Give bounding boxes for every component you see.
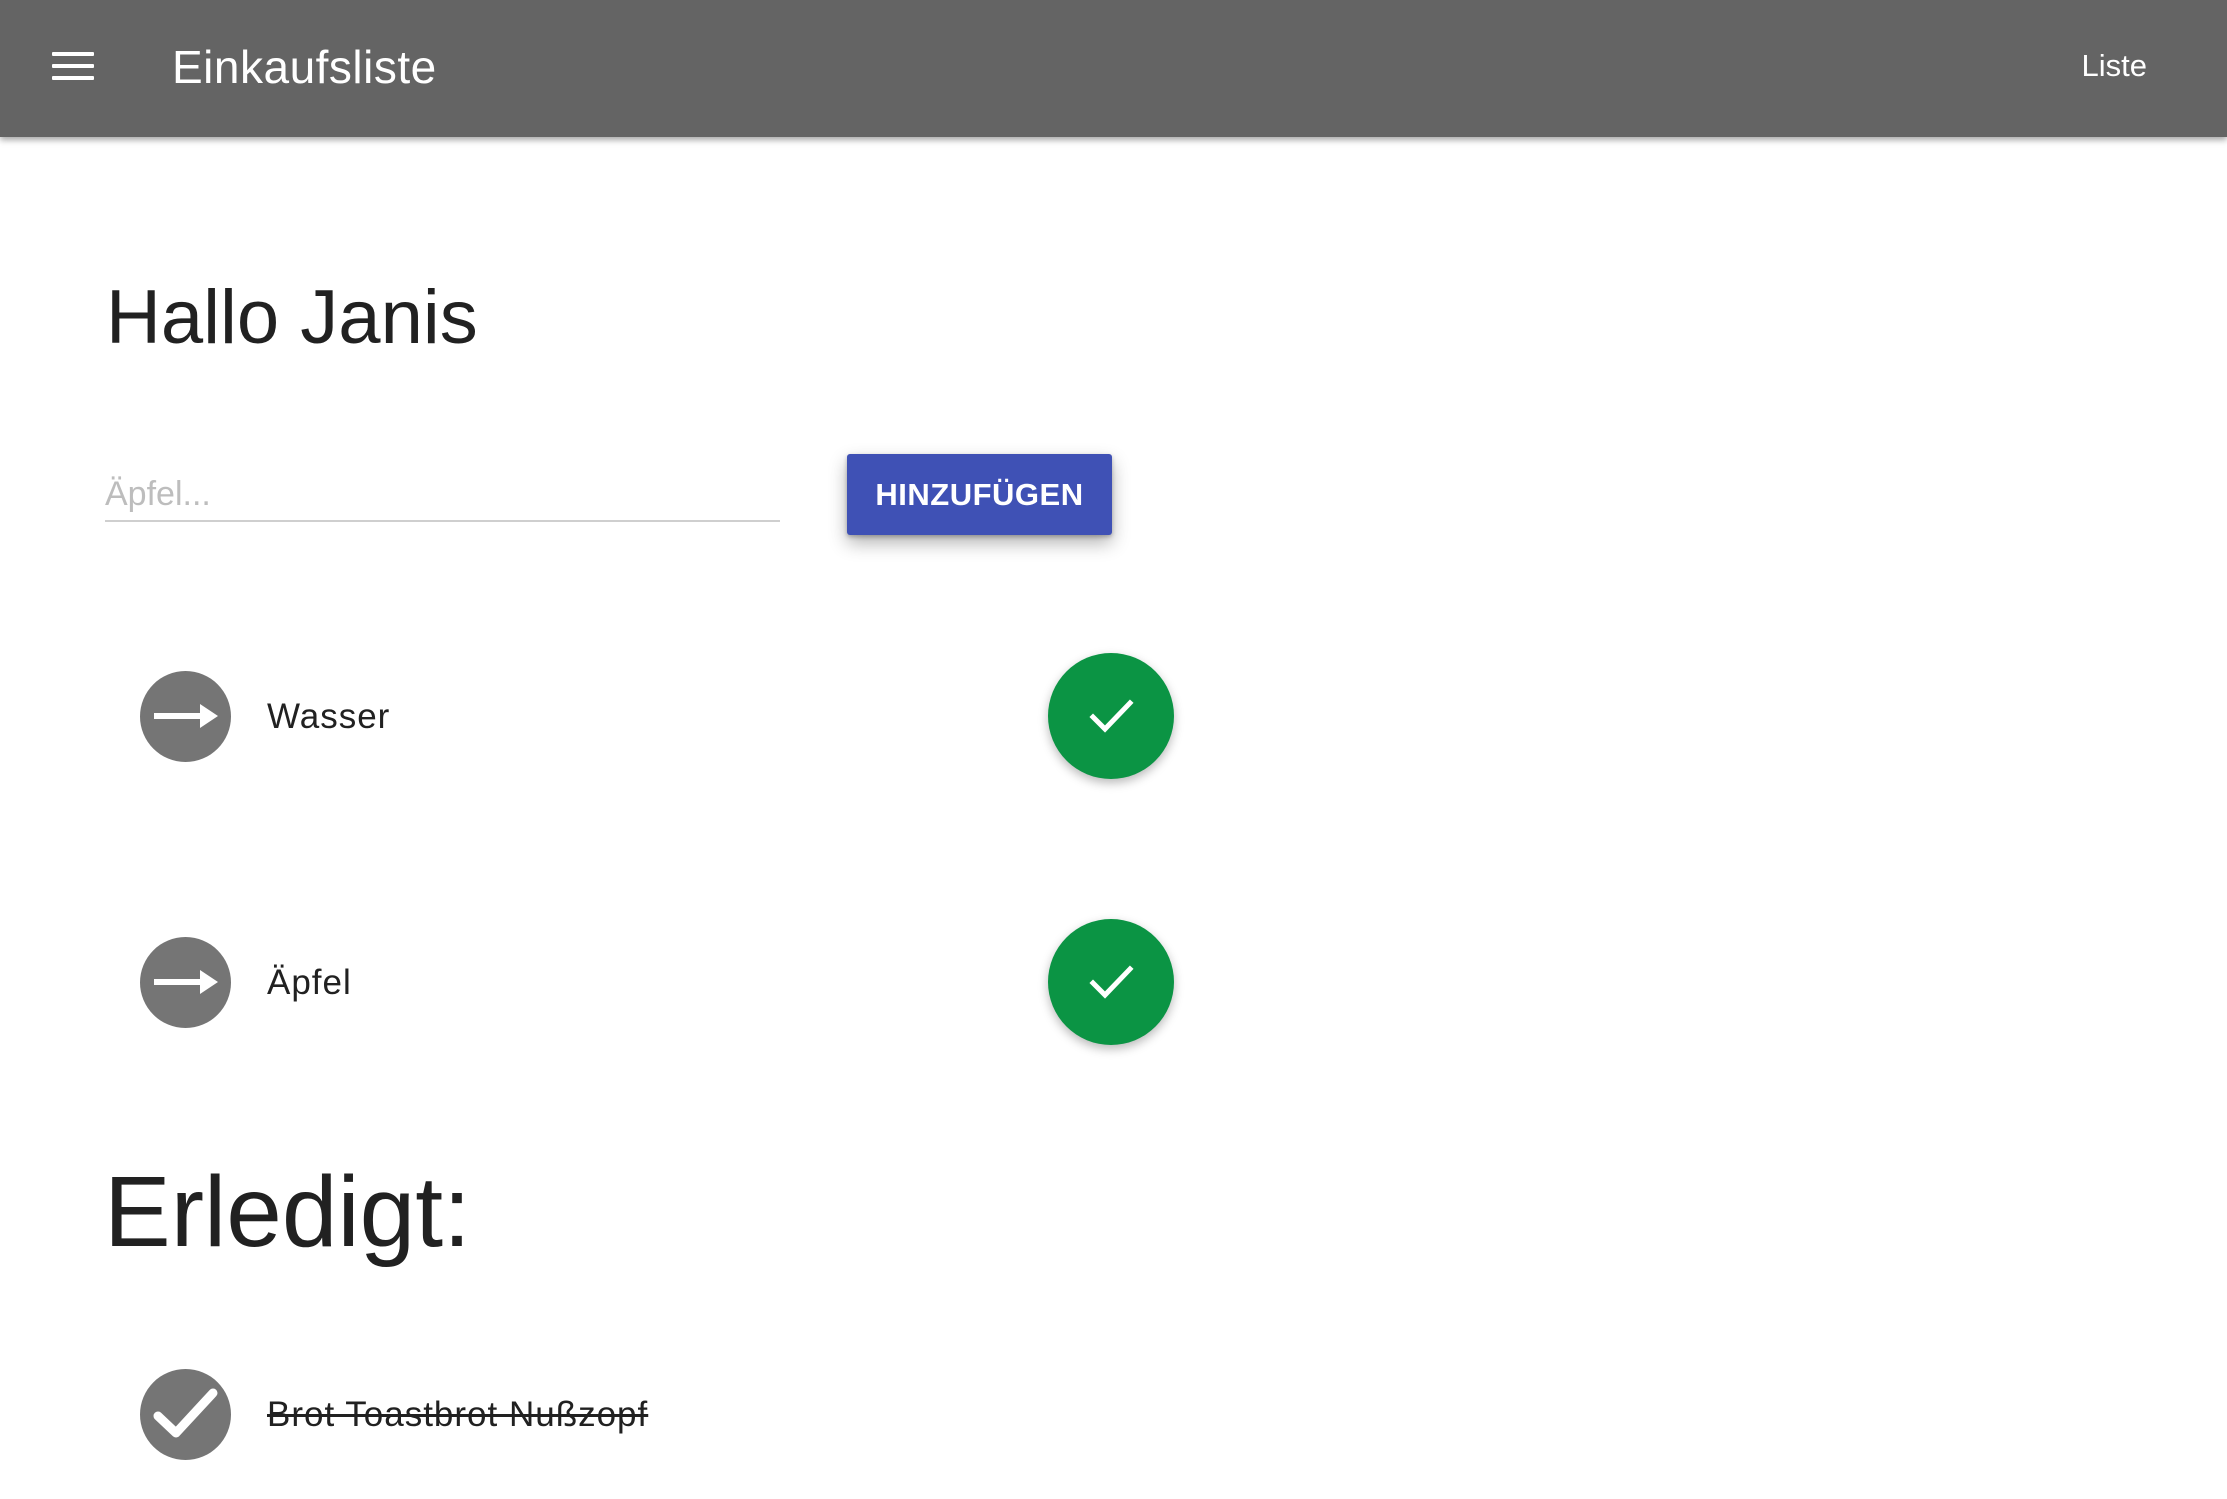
check-button[interactable] [1048,919,1174,1045]
check-icon [1089,965,1134,999]
check-icon [1089,699,1134,733]
nav-link-liste[interactable]: Liste [2082,46,2147,86]
done-item-label: Brot Toastbrot Nußzopf [267,1395,649,1434]
item-label: Äpfel [267,963,352,1002]
check-button[interactable] [1048,653,1174,779]
done-list-item: Brot Toastbrot Nußzopf [140,1369,1180,1499]
menu-icon[interactable] [46,44,100,92]
list-item: Äpfel [140,919,1180,1067]
list-item: Wasser [140,653,1180,801]
check-circle-icon [140,1369,231,1460]
done-heading: Erledigt: [104,1156,471,1268]
greeting-heading: Hallo Janis [106,275,478,360]
app-title: Einkaufsliste [172,41,437,93]
item-label: Wasser [267,697,391,736]
item-input[interactable] [105,468,780,522]
arrow-right-icon [140,937,231,1028]
arrow-right-icon [140,671,231,762]
app-bar: Einkaufsliste Liste [0,0,2227,137]
add-button[interactable]: HINZUFÜGEN [847,454,1112,535]
